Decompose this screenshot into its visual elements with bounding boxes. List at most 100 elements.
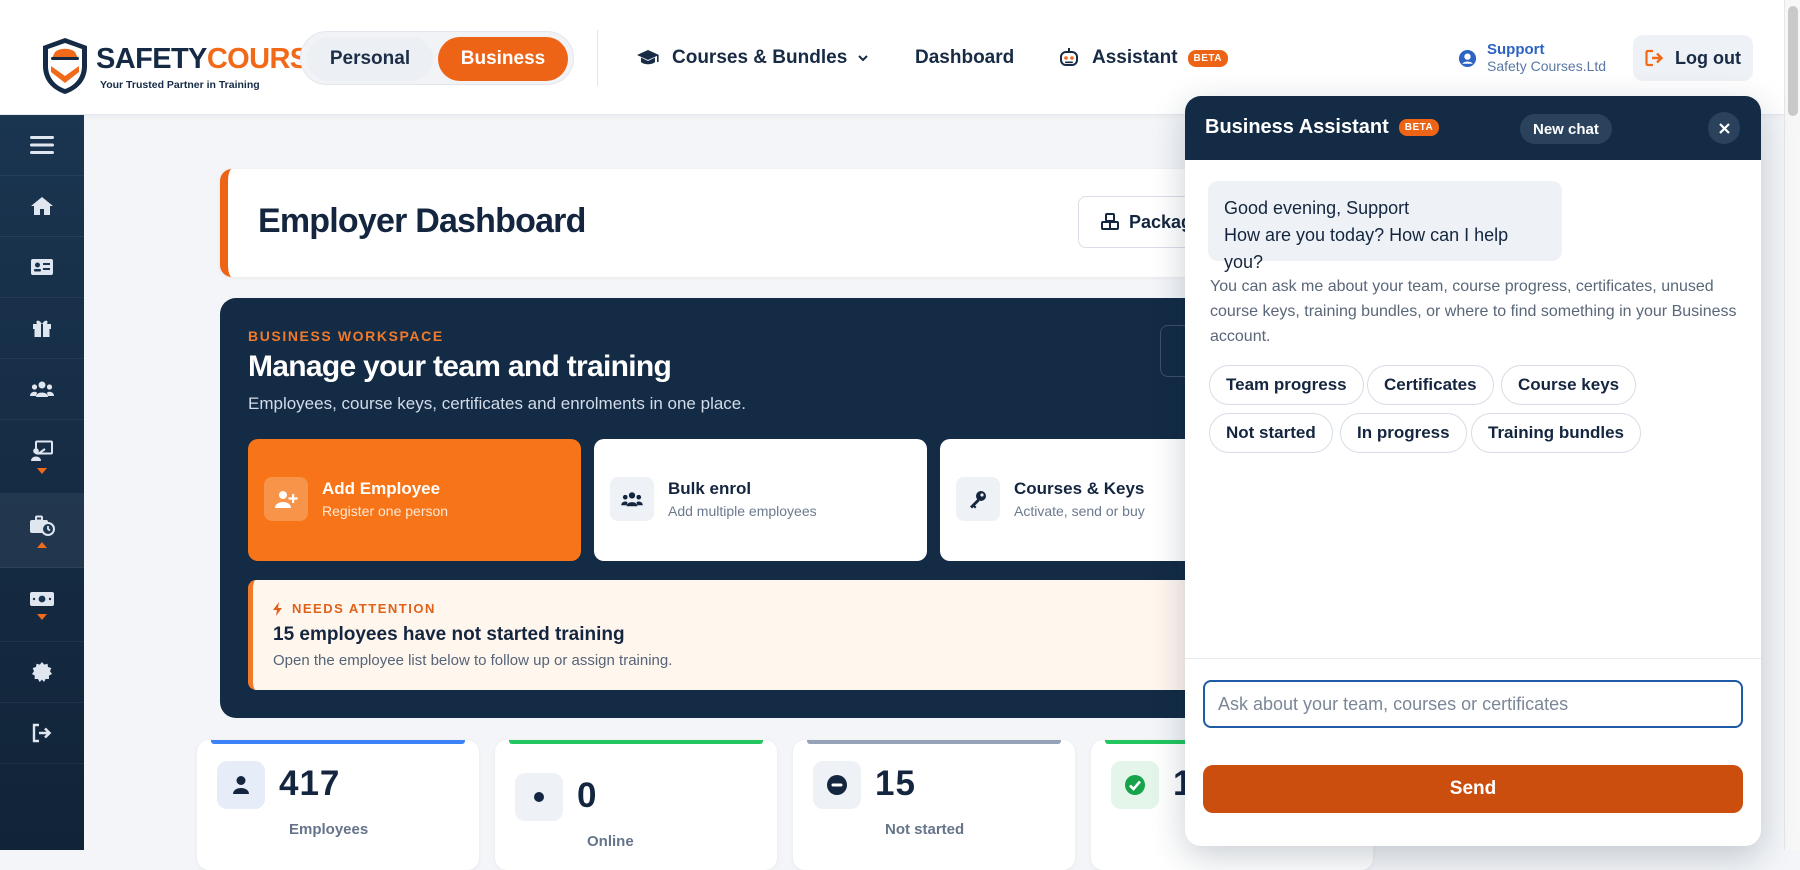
add-user-icon — [275, 491, 298, 508]
stat-label: Online — [587, 833, 634, 850]
new-chat-button[interactable]: New chat — [1520, 114, 1612, 144]
users-icon — [621, 492, 643, 507]
assistant-message-input[interactable] — [1203, 680, 1743, 728]
nav-courses-bundles[interactable]: Courses & Bundles — [636, 44, 869, 72]
sign-out-icon — [1645, 49, 1664, 67]
stat-card-online[interactable]: 0 Online — [495, 740, 777, 870]
key-icon-box — [956, 477, 1000, 521]
attention-subtitle: Open the employee list below to follow u… — [273, 652, 673, 669]
bolt-icon — [273, 601, 282, 616]
users-icon — [30, 381, 54, 397]
user-account[interactable]: Support Safety Courses.Ltd — [1458, 40, 1606, 76]
greeting-line-1: Good evening, Support — [1224, 198, 1410, 218]
user-organisation: Safety Courses.Ltd — [1487, 58, 1607, 74]
caret-down-icon — [37, 467, 47, 474]
page-title-card: Employer Dashboard Package — [220, 169, 1278, 277]
brand-logo[interactable]: SAFETYCOURSES Your Trusted Partner in Tr… — [40, 36, 347, 96]
add-user-icon-box — [264, 477, 308, 521]
assistant-header: Business Assistant BETA New chat — [1185, 96, 1761, 160]
stat-icon-box — [515, 773, 563, 821]
logout-label: Log out — [1675, 47, 1741, 68]
settings-badge-icon — [32, 662, 52, 682]
add-employee-subtitle: Register one person — [322, 503, 449, 519]
courses-keys-subtitle: Activate, send or buy — [1014, 503, 1145, 519]
close-assistant-button[interactable] — [1708, 112, 1740, 144]
sidebar-item-sign-out[interactable] — [0, 703, 84, 764]
robot-icon — [1060, 48, 1078, 66]
sidebar-item-training[interactable] — [0, 420, 84, 494]
bulk-enrol-title: Bulk enrol — [668, 479, 752, 498]
money-icon — [30, 591, 54, 606]
stat-value: 15 — [875, 764, 916, 803]
assistant-info-text: You can ask me about your team, course p… — [1210, 278, 1737, 345]
sign-out-icon — [32, 723, 52, 743]
nav-dashboard[interactable]: Dashboard — [915, 44, 1014, 72]
boxes-icon — [1101, 213, 1119, 230]
workspace-title: Manage your team and training — [248, 350, 672, 383]
stat-card-not-started[interactable]: 15 Not started — [793, 740, 1075, 870]
nav-assistant-label: Assistant — [1092, 47, 1178, 68]
assistant-title-group: Business Assistant BETA — [1205, 116, 1440, 139]
sidebar — [0, 115, 84, 850]
add-employee-card[interactable]: Add Employee Register one person — [248, 439, 581, 561]
sidebar-item-home[interactable] — [0, 176, 84, 237]
user-name: Support — [1487, 41, 1545, 58]
stat-card-employees[interactable]: 417 Employees — [197, 740, 479, 870]
graduation-cap-icon — [637, 50, 659, 65]
chip-training-bundles[interactable]: Training bundles — [1471, 413, 1642, 453]
caret-down-icon — [37, 613, 47, 620]
logout-button[interactable]: Log out — [1633, 35, 1753, 81]
attention-title: 15 employees have not started training — [273, 624, 625, 645]
mode-business-button[interactable]: Business — [438, 37, 568, 81]
user-circle-icon — [1458, 49, 1477, 67]
mode-toggle: Personal Business — [300, 31, 574, 85]
menu-icon — [30, 136, 54, 154]
scrollbar-thumb[interactable] — [1788, 6, 1798, 116]
stat-value: 0 — [577, 776, 598, 815]
dot-icon — [534, 792, 544, 802]
courses-keys-title: Courses & Keys — [1014, 479, 1145, 498]
chip-team-progress[interactable]: Team progress — [1209, 365, 1364, 405]
shield-logo-icon — [43, 38, 87, 94]
sidebar-item-business[interactable] — [0, 494, 84, 568]
business-assistant-panel: Business Assistant BETA New chat Good ev… — [1185, 96, 1761, 846]
stat-icon-box — [217, 761, 265, 809]
stat-accent-bar — [509, 740, 763, 744]
check-circle-icon — [1125, 775, 1145, 795]
workspace-subtitle: Employees, course keys, certificates and… — [248, 394, 746, 413]
bulk-enrol-card[interactable]: Bulk enrol Add multiple employees — [594, 439, 927, 561]
greeting-line-2: How are you today? How can I help you? — [1224, 225, 1509, 272]
mode-personal-button[interactable]: Personal — [307, 37, 433, 81]
chip-certificates[interactable]: Certificates — [1367, 365, 1494, 405]
teacher-icon — [31, 440, 53, 461]
chip-course-keys[interactable]: Course keys — [1501, 365, 1637, 405]
user-icon — [233, 776, 249, 794]
composer-divider — [1185, 658, 1761, 659]
id-card-icon — [31, 259, 53, 275]
chip-not-started[interactable]: Not started — [1209, 413, 1333, 453]
stat-accent-bar — [211, 740, 465, 744]
sidebar-item-certificates[interactable] — [0, 642, 84, 703]
send-button[interactable]: Send — [1203, 765, 1743, 813]
needs-attention-alert[interactable]: NEEDS ATTENTION 15 employees have not st… — [248, 580, 1240, 690]
stat-accent-bar — [807, 740, 1061, 744]
stat-label: Employees — [289, 821, 369, 838]
business-clock-icon — [30, 515, 55, 536]
assistant-beta-badge: BETA — [1187, 49, 1229, 67]
nav-assistant[interactable]: Assistant BETA — [1058, 44, 1229, 72]
chevron-down-icon — [858, 55, 868, 62]
brand-tagline: Your Trusted Partner in Training — [100, 79, 260, 91]
page-title: Employer Dashboard — [258, 202, 586, 240]
page-scrollbar[interactable] — [1784, 0, 1800, 850]
sidebar-item-team[interactable] — [0, 359, 84, 420]
stat-icon-box — [1111, 761, 1159, 809]
attention-kicker: NEEDS ATTENTION — [273, 601, 436, 616]
chip-in-progress[interactable]: In progress — [1340, 413, 1467, 453]
sidebar-item-gifts[interactable] — [0, 298, 84, 359]
sidebar-item-payments[interactable] — [0, 568, 84, 642]
header-divider — [597, 30, 598, 86]
sidebar-menu-toggle[interactable] — [0, 115, 84, 176]
sidebar-item-id-card[interactable] — [0, 237, 84, 298]
minus-circle-icon — [827, 775, 847, 795]
add-employee-title: Add Employee — [322, 479, 441, 498]
